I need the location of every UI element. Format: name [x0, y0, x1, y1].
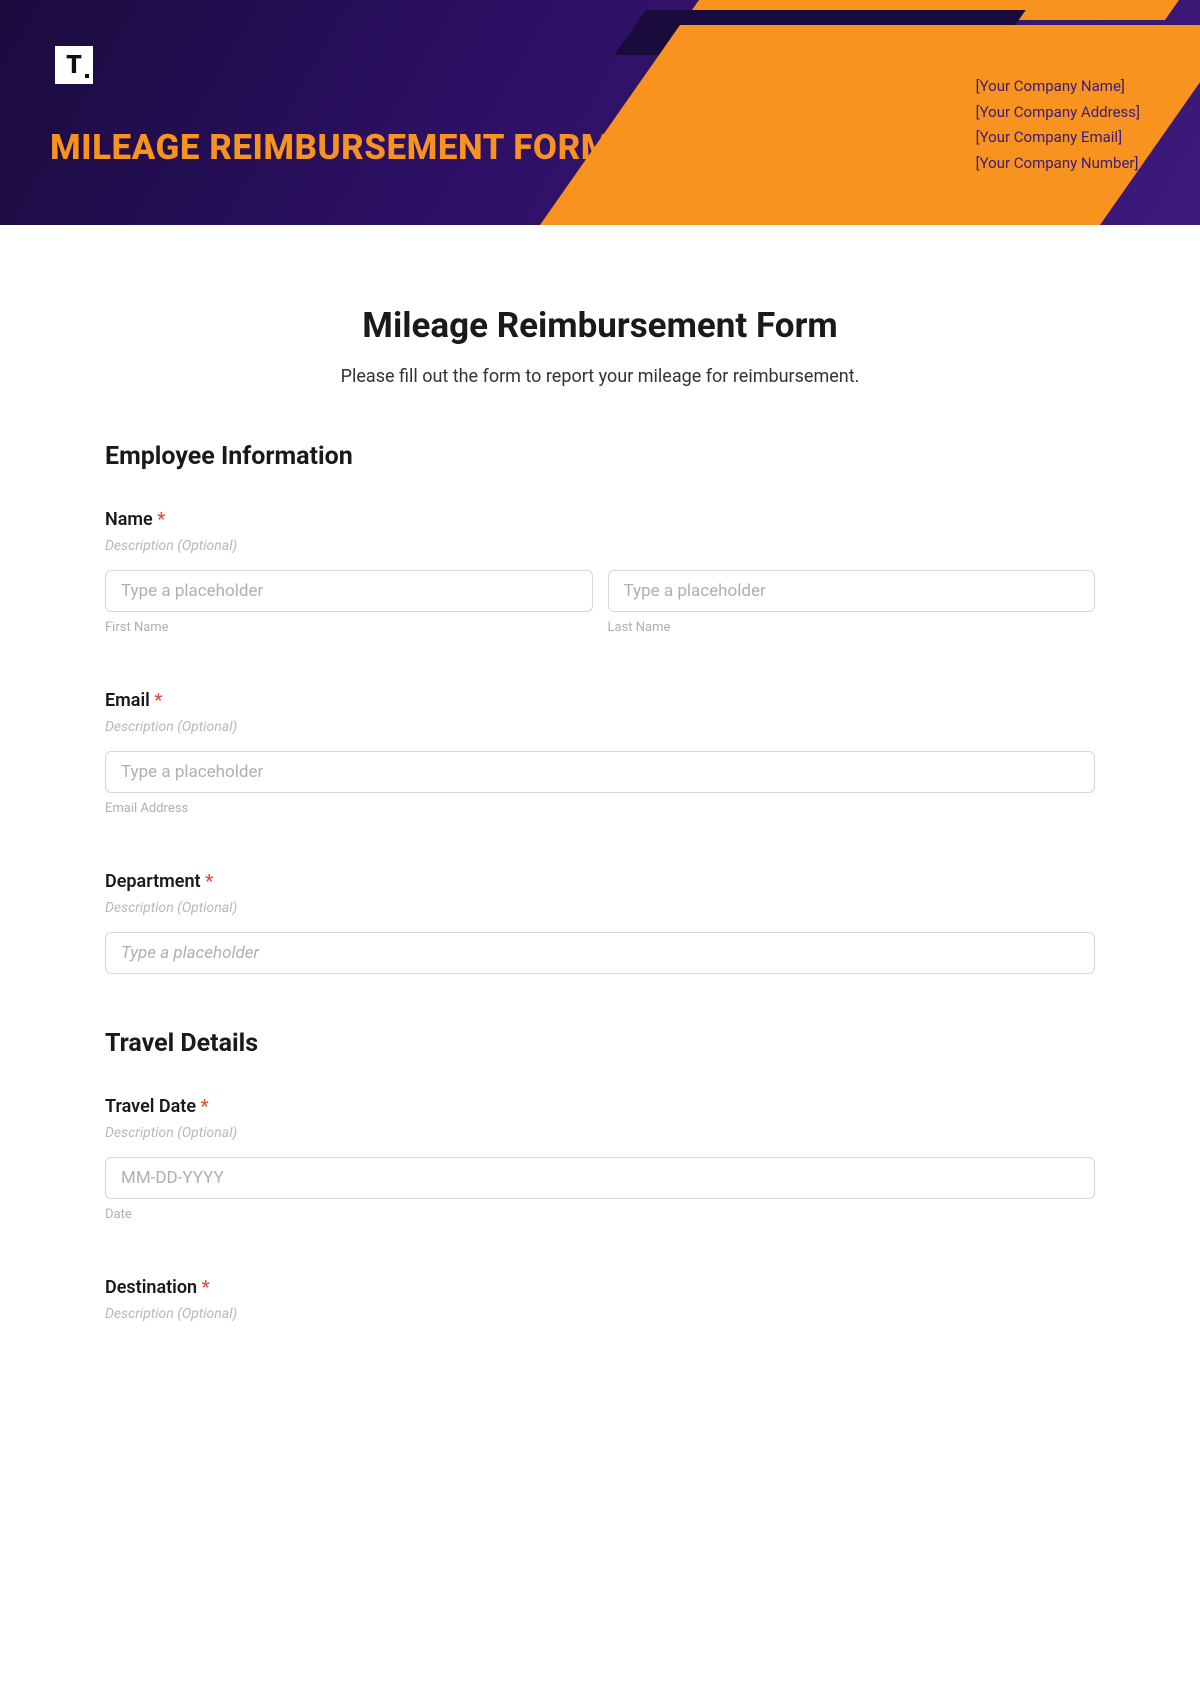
- first-name-input[interactable]: [105, 570, 593, 612]
- destination-label: Destination *: [105, 1277, 1095, 1298]
- field-name: Name * Description (Optional) First Name…: [105, 509, 1095, 635]
- destination-description: Description (Optional): [105, 1306, 1095, 1322]
- form-subtitle: Please fill out the form to report your …: [105, 366, 1095, 387]
- form-content: Mileage Reimbursement Form Please fill o…: [0, 225, 1200, 1378]
- department-label: Department *: [105, 871, 1095, 892]
- required-mark: *: [157, 509, 165, 530]
- field-travel-date: Travel Date * Description (Optional) Dat…: [105, 1096, 1095, 1222]
- header-banner: T MILEAGE REIMBURSEMENT FORM [Your Compa…: [0, 0, 1200, 225]
- name-label: Name *: [105, 509, 1095, 530]
- required-mark: *: [202, 1277, 210, 1298]
- email-input[interactable]: [105, 751, 1095, 793]
- company-info: [Your Company Name] [Your Company Addres…: [976, 74, 1140, 176]
- last-name-sublabel: Last Name: [608, 620, 1096, 635]
- company-number: [Your Company Number]: [976, 151, 1140, 177]
- travel-date-input[interactable]: [105, 1157, 1095, 1199]
- company-email: [Your Company Email]: [976, 125, 1140, 151]
- last-name-input[interactable]: [608, 570, 1096, 612]
- email-label: Email *: [105, 690, 1095, 711]
- department-input[interactable]: [105, 932, 1095, 974]
- company-address: [Your Company Address]: [976, 100, 1140, 126]
- header-title: MILEAGE REIMBURSEMENT FORM: [50, 127, 612, 168]
- section-employee-info: Employee Information: [105, 442, 1095, 471]
- required-mark: *: [154, 690, 162, 711]
- travel-date-description: Description (Optional): [105, 1125, 1095, 1141]
- field-destination: Destination * Description (Optional): [105, 1277, 1095, 1322]
- email-sublabel: Email Address: [105, 801, 1095, 816]
- travel-date-label: Travel Date *: [105, 1096, 1095, 1117]
- company-name: [Your Company Name]: [976, 74, 1140, 100]
- first-name-sublabel: First Name: [105, 620, 593, 635]
- department-description: Description (Optional): [105, 900, 1095, 916]
- travel-date-sublabel: Date: [105, 1207, 1095, 1222]
- email-description: Description (Optional): [105, 719, 1095, 735]
- form-title: Mileage Reimbursement Form: [105, 305, 1095, 346]
- field-email: Email * Description (Optional) Email Add…: [105, 690, 1095, 816]
- required-mark: *: [205, 871, 213, 892]
- required-mark: *: [201, 1096, 209, 1117]
- field-department: Department * Description (Optional): [105, 871, 1095, 974]
- section-travel-details: Travel Details: [105, 1029, 1095, 1058]
- logo: T: [55, 46, 93, 84]
- name-description: Description (Optional): [105, 538, 1095, 554]
